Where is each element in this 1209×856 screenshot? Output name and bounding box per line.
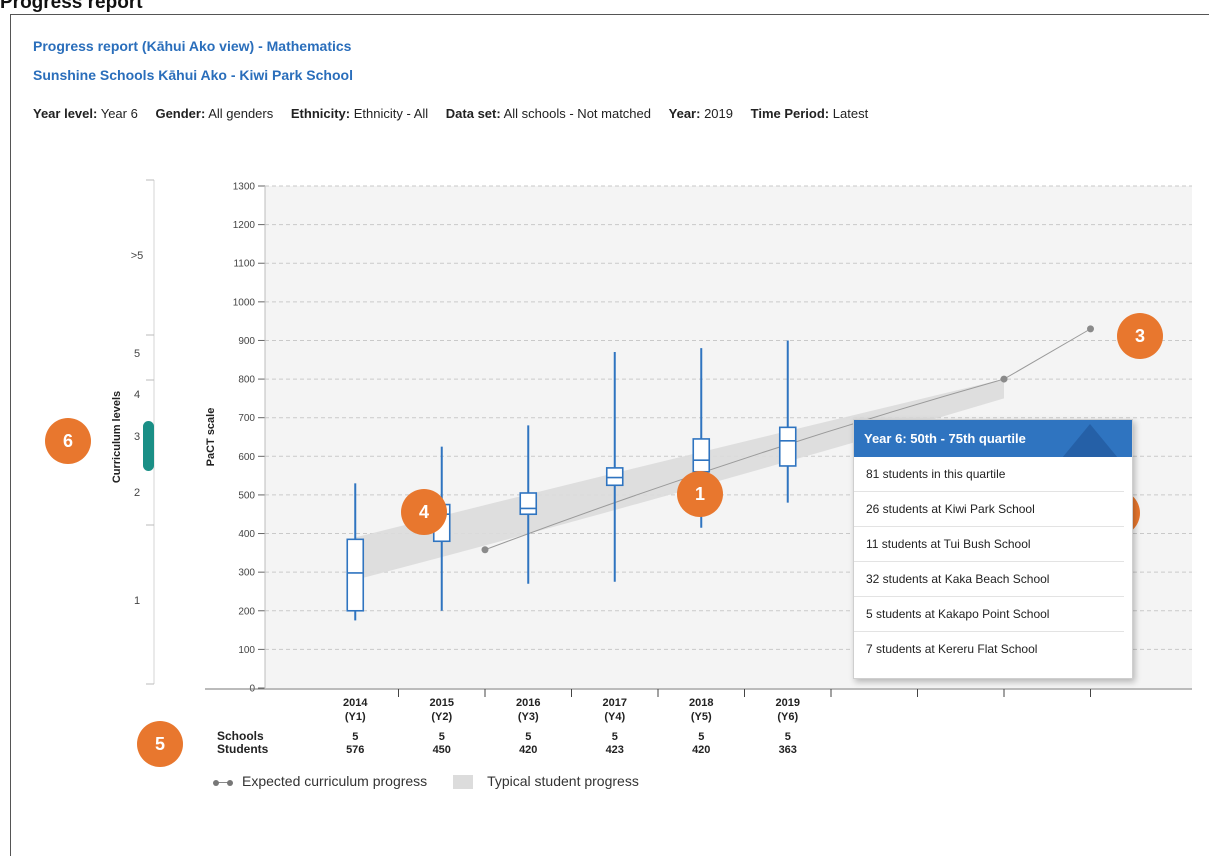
y-tick-label: 800 bbox=[238, 375, 255, 386]
y-tick-label: 700 bbox=[238, 413, 255, 424]
x-tick-label: 2018 bbox=[689, 697, 713, 709]
x-tick-label: 2015 bbox=[430, 697, 454, 709]
annotation-badge-number: 1 bbox=[695, 484, 705, 504]
curriculum-level-marker bbox=[143, 421, 154, 471]
x-tick-sublabel: (Y1) bbox=[345, 711, 366, 723]
annotation-badge: 4 bbox=[401, 489, 447, 535]
schools-count: 5 bbox=[439, 731, 445, 743]
legend-expected[interactable]: Expected curriculum progress bbox=[212, 773, 427, 789]
expected-progress-point bbox=[481, 546, 489, 554]
chart-legend: Expected curriculum progress Typical stu… bbox=[212, 772, 661, 790]
box-body bbox=[519, 492, 538, 516]
annotation-badge-number: 5 bbox=[155, 734, 165, 754]
annotation-badge-number: 6 bbox=[63, 431, 73, 451]
y-tick-label: 900 bbox=[238, 336, 255, 347]
line-dot-icon bbox=[212, 778, 234, 788]
box-body bbox=[346, 538, 365, 612]
x-tick-sublabel: (Y6) bbox=[777, 711, 798, 723]
band-swatch-icon bbox=[453, 775, 474, 790]
quartile-tooltip: Year 6: 50th - 75th quartile 81 students… bbox=[853, 419, 1133, 679]
tooltip-header: Year 6: 50th - 75th quartile bbox=[854, 420, 1132, 457]
y-tick-label: 1300 bbox=[233, 182, 256, 193]
y-tick-label: 500 bbox=[238, 490, 255, 501]
expected-progress-point bbox=[1000, 375, 1008, 383]
x-tick-sublabel: (Y2) bbox=[431, 711, 452, 723]
schools-count: 5 bbox=[612, 731, 618, 743]
legend-typical[interactable]: Typical student progress bbox=[453, 773, 639, 790]
y-tick-label: 1200 bbox=[233, 220, 256, 231]
annotation-badge-number: 3 bbox=[1135, 326, 1145, 346]
x-tick-label: 2017 bbox=[603, 697, 627, 709]
schools-count: 5 bbox=[785, 731, 791, 743]
x-tick-label: 2019 bbox=[776, 697, 800, 709]
x-tick-label: 2014 bbox=[343, 697, 368, 709]
annotation-badge: 5 bbox=[137, 721, 183, 767]
curriculum-level-label: >5 bbox=[131, 250, 144, 262]
curriculum-level-label: 5 bbox=[134, 348, 140, 360]
students-count: 423 bbox=[606, 744, 624, 756]
students-count: 363 bbox=[779, 744, 797, 756]
tooltip-row: 81 students in this quartile bbox=[854, 457, 1124, 492]
y-tick-label: 300 bbox=[238, 568, 255, 579]
tooltip-header-text: Year 6: 50th - 75th quartile bbox=[864, 431, 1026, 446]
tooltip-header-decoration bbox=[1062, 424, 1118, 457]
box-body bbox=[778, 426, 797, 467]
curriculum-level-label: 2 bbox=[134, 487, 140, 499]
tooltip-row: 7 students at Kereru Flat School bbox=[866, 642, 1038, 656]
y-tick-label: 100 bbox=[238, 645, 255, 656]
y-tick-label: 200 bbox=[238, 606, 255, 617]
y-tick-label: 1000 bbox=[233, 297, 256, 308]
annotation-badge-number: 4 bbox=[419, 502, 429, 522]
curriculum-levels-title: Curriculum levels bbox=[111, 391, 123, 483]
annotation-badge: 3 bbox=[1117, 313, 1163, 359]
tooltip-row: 5 students at Kakapo Point School bbox=[854, 597, 1124, 632]
expected-progress-point bbox=[1087, 325, 1094, 333]
curriculum-level-label: 3 bbox=[134, 431, 140, 443]
y-axis-title: PaCT scale bbox=[205, 408, 217, 467]
annotation-badge: 1 bbox=[677, 471, 723, 517]
y-tick-label: 400 bbox=[238, 529, 255, 540]
curriculum-level-label: 4 bbox=[134, 389, 140, 401]
tooltip-row: 32 students at Kaka Beach School bbox=[854, 562, 1124, 597]
x-tick-sublabel: (Y4) bbox=[604, 711, 625, 723]
schools-count: 5 bbox=[352, 731, 358, 743]
students-row-label: Students bbox=[217, 742, 269, 756]
tooltip-row: 11 students at Tui Bush School bbox=[854, 527, 1124, 562]
legend-typical-label: Typical student progress bbox=[487, 773, 639, 790]
y-tick-label: 1100 bbox=[233, 259, 255, 270]
x-tick-label: 2016 bbox=[516, 697, 540, 709]
box-body bbox=[692, 438, 711, 473]
schools-count: 5 bbox=[525, 731, 531, 743]
tooltip-row: 26 students at Kiwi Park School bbox=[854, 492, 1124, 527]
x-tick-sublabel: (Y3) bbox=[518, 711, 539, 723]
students-count: 420 bbox=[692, 744, 710, 756]
annotation-badge: 6 bbox=[45, 418, 91, 464]
curriculum-level-label: 1 bbox=[134, 595, 140, 607]
schools-row-label: Schools bbox=[217, 729, 264, 743]
students-count: 420 bbox=[519, 744, 537, 756]
y-tick-label: 600 bbox=[238, 452, 255, 463]
box-body bbox=[605, 467, 624, 487]
students-count: 450 bbox=[433, 744, 451, 756]
students-count: 576 bbox=[346, 744, 364, 756]
legend-expected-label: Expected curriculum progress bbox=[242, 773, 428, 790]
x-tick-sublabel: (Y5) bbox=[691, 711, 712, 723]
schools-count: 5 bbox=[698, 731, 704, 743]
